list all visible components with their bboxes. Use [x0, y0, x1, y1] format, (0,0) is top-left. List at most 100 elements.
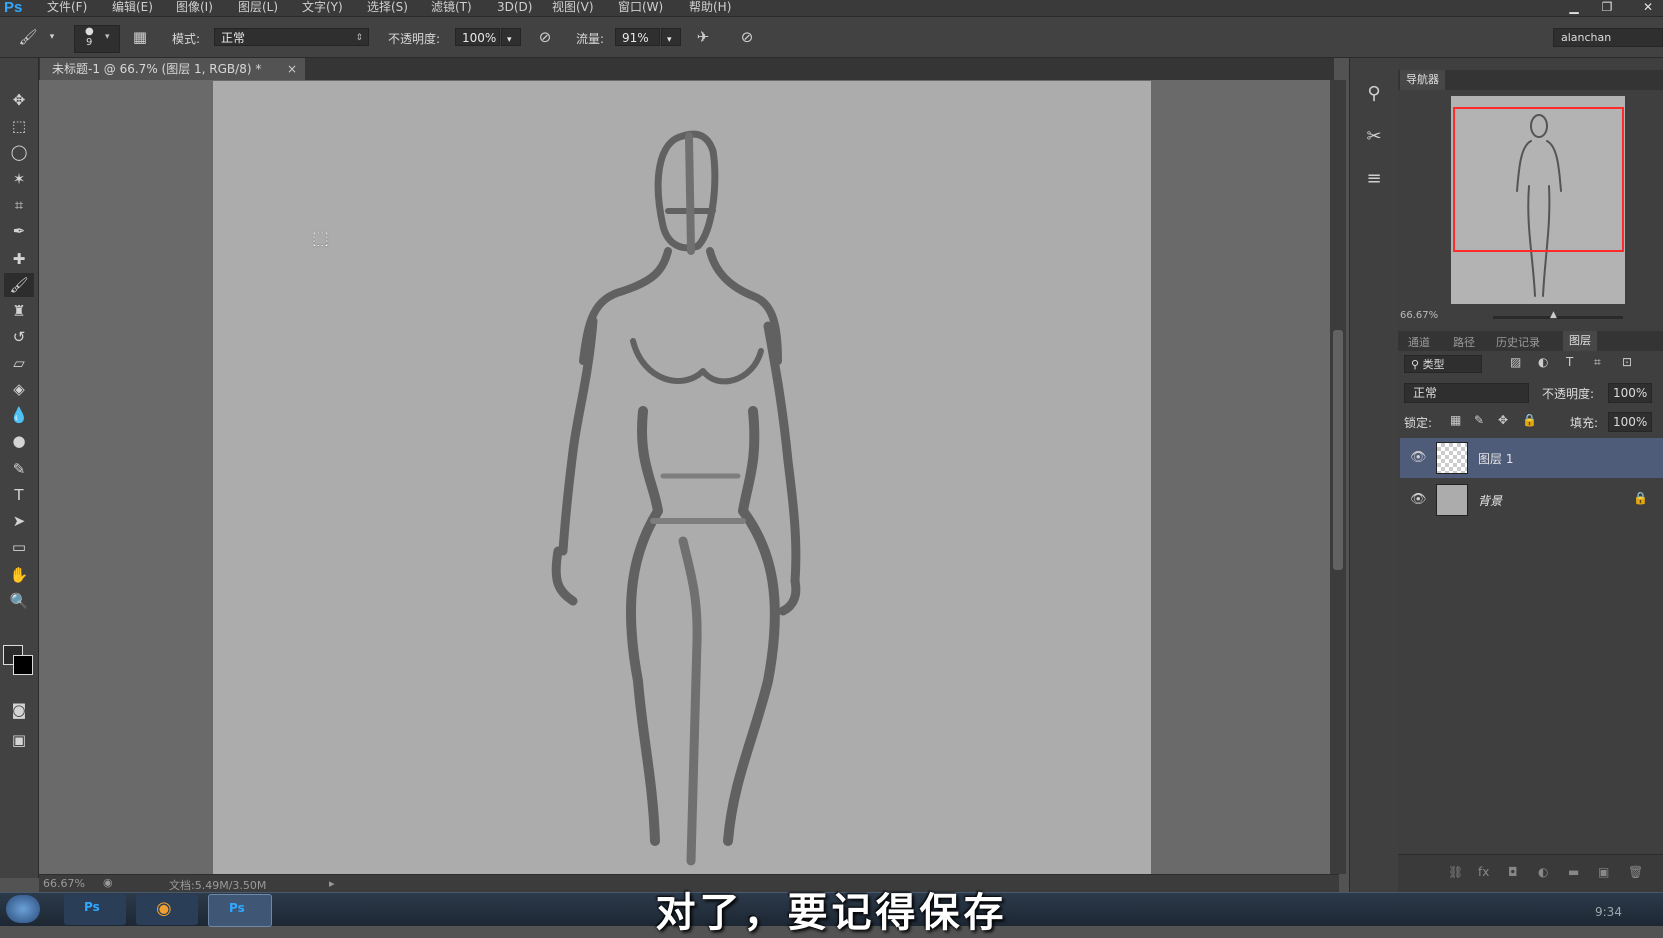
document-canvas[interactable]: ⬚ [213, 81, 1151, 874]
photoshop-logo: Ps [4, 0, 23, 16]
eye-icon[interactable]: 👁 [1410, 492, 1427, 507]
eye-icon[interactable]: 👁 [1410, 450, 1427, 465]
tool-preset-arrow-icon[interactable]: ▾ [42, 27, 62, 47]
navigator-zoom-slider[interactable] [1493, 316, 1623, 319]
menu-layer[interactable]: 图层(L) [238, 0, 278, 15]
hand-tool-icon[interactable]: ✋ [4, 563, 34, 587]
navigator-zoom[interactable]: 66.67% [1400, 310, 1438, 321]
document-title: 未标题-1 @ 66.7% (图层 1, RGB/8) * [52, 62, 262, 76]
workspace-switcher[interactable]: alanchan [1553, 28, 1663, 47]
path-selection-tool-icon[interactable]: ➤ [4, 509, 34, 533]
flow-dropdown-button[interactable]: ▾ [661, 28, 681, 46]
filter-adjustment-icon[interactable]: ◐ [1538, 355, 1548, 369]
menu-type[interactable]: 文字(Y) [302, 0, 343, 15]
close-window-icon[interactable]: ✕ [1637, 0, 1659, 15]
brush-dot-icon: ● [85, 26, 94, 37]
lasso-tool-icon[interactable]: ◯ [4, 140, 34, 164]
menu-select[interactable]: 选择(S) [367, 0, 408, 15]
adjustments-icon[interactable]: ≡ [1360, 165, 1388, 193]
blur-tool-icon[interactable]: 💧 [4, 403, 34, 427]
navigator-view-frame[interactable] [1453, 107, 1624, 252]
layer-filter-dropdown[interactable]: ⚲ 类型 [1404, 355, 1482, 373]
scrollbar-thumb[interactable] [1333, 330, 1343, 570]
fill-value: 100% [1613, 415, 1648, 429]
fill-input[interactable]: 100% [1608, 412, 1652, 432]
brush-panel-toggle-icon[interactable]: ▦ [130, 27, 150, 47]
airbrush-icon[interactable]: ✈ [693, 27, 713, 47]
tab-history[interactable]: 历史记录 [1496, 334, 1540, 350]
paint-bucket-tool-icon[interactable]: ◈ [4, 377, 34, 401]
dodge-tool-icon[interactable]: ● [4, 429, 34, 453]
layer-row-layer1[interactable]: 👁 图层 1 [1400, 438, 1663, 478]
filter-smart-object-icon[interactable]: ⊡ [1622, 355, 1632, 369]
background-color-swatch[interactable] [13, 655, 33, 675]
menu-edit[interactable]: 编辑(E) [112, 0, 153, 15]
opacity-input[interactable]: 100% [455, 28, 500, 46]
adjustment-layer-icon[interactable]: ◐ [1538, 865, 1548, 879]
menu-window[interactable]: 窗口(W) [618, 0, 663, 15]
brush-tool-icon[interactable]: 🖌 [18, 27, 38, 47]
tab-navigator[interactable]: 导航器 [1400, 70, 1445, 90]
lock-icon: 🔒 [1633, 491, 1648, 505]
tab-layers[interactable]: 图层 [1563, 331, 1597, 351]
pen-tool-icon[interactable]: ✎ [4, 457, 34, 481]
menu-3d[interactable]: 3D(D) [497, 0, 532, 15]
tab-channels[interactable]: 通道 [1408, 334, 1430, 350]
brush-presets-icon[interactable]: ⚲ [1360, 80, 1388, 108]
pressure-opacity-icon[interactable]: ⊘ [535, 27, 555, 47]
restore-icon[interactable]: ❐ [1596, 0, 1618, 15]
brush-tool-icon[interactable]: 🖌 [4, 273, 34, 297]
magic-wand-tool-icon[interactable]: ✶ [4, 167, 34, 191]
filter-shape-icon[interactable]: ⌗ [1594, 355, 1601, 370]
opacity-dropdown-button[interactable]: ▾ [501, 28, 521, 46]
clone-stamp-tool-icon[interactable]: ♜ [4, 299, 34, 323]
filter-image-icon[interactable]: ▨ [1510, 355, 1521, 369]
layer-name: 背景 [1478, 494, 1503, 508]
eraser-tool-icon[interactable]: ▱ [4, 351, 34, 375]
new-layer-icon[interactable]: ▣ [1598, 865, 1609, 879]
layer-thumbnail [1436, 442, 1468, 474]
subtitle-caption: 对了，要记得保存 [655, 890, 1008, 936]
brush-size-picker[interactable]: ● 9 ▾ [74, 25, 120, 53]
new-group-icon[interactable]: ▬ [1568, 865, 1579, 879]
quick-mask-icon[interactable]: ◙ [4, 698, 34, 722]
blend-mode-dropdown[interactable]: 正常 [1404, 383, 1529, 403]
move-tool-icon[interactable]: ✥ [4, 88, 34, 112]
crop-tool-icon[interactable]: ⌗ [4, 193, 34, 217]
clone-source-icon[interactable]: ✂ [1360, 123, 1388, 151]
history-brush-tool-icon[interactable]: ↺ [4, 325, 34, 349]
lock-pixels-icon[interactable]: ✎ [1474, 413, 1484, 427]
rectangle-tool-icon[interactable]: ▭ [4, 535, 34, 559]
slider-handle-icon[interactable]: ▲ [1550, 310, 1557, 320]
fx-icon[interactable]: fx [1478, 865, 1489, 879]
link-layers-icon[interactable]: ⛓ [1448, 865, 1463, 879]
type-tool-icon[interactable]: T [4, 483, 34, 507]
menu-view[interactable]: 视图(V) [552, 0, 594, 15]
layer-row-background[interactable]: 👁 背景 🔒 [1400, 480, 1663, 520]
lock-transparent-icon[interactable]: ▦ [1450, 413, 1461, 427]
lock-position-icon[interactable]: ✥ [1498, 413, 1508, 427]
document-tab[interactable]: 未标题-1 @ 66.7% (图层 1, RGB/8) * × [40, 58, 305, 80]
marquee-tool-icon[interactable]: ⬚ [4, 114, 34, 138]
add-mask-icon[interactable]: ◘ [1508, 865, 1518, 879]
color-swatches[interactable] [1, 643, 37, 679]
menu-filter[interactable]: 滤镜(T) [431, 0, 472, 15]
tab-paths[interactable]: 路径 [1453, 334, 1475, 350]
close-icon[interactable]: × [287, 58, 297, 80]
mode-dropdown[interactable]: 正常 ⇕ [214, 28, 369, 46]
flow-input[interactable]: 91% [615, 28, 660, 46]
filter-type-icon[interactable]: T [1566, 355, 1573, 369]
zoom-tool-icon[interactable]: 🔍 [4, 589, 34, 613]
eyedropper-tool-icon[interactable]: ✒ [4, 219, 34, 243]
screen-mode-icon[interactable]: ▣ [4, 728, 34, 752]
pressure-size-icon[interactable]: ⊘ [737, 27, 757, 47]
minimize-icon[interactable]: ▁ [1563, 0, 1585, 15]
menu-file[interactable]: 文件(F) [47, 0, 87, 15]
lock-all-icon[interactable]: 🔒 [1522, 413, 1537, 427]
healing-brush-tool-icon[interactable]: ✚ [4, 247, 34, 271]
delete-layer-icon[interactable]: 🗑 [1628, 865, 1643, 879]
menu-help[interactable]: 帮助(H) [689, 0, 731, 15]
layer-opacity-input[interactable]: 100% [1608, 383, 1652, 403]
opacity-value: 100% [462, 31, 497, 45]
menu-image[interactable]: 图像(I) [176, 0, 213, 15]
